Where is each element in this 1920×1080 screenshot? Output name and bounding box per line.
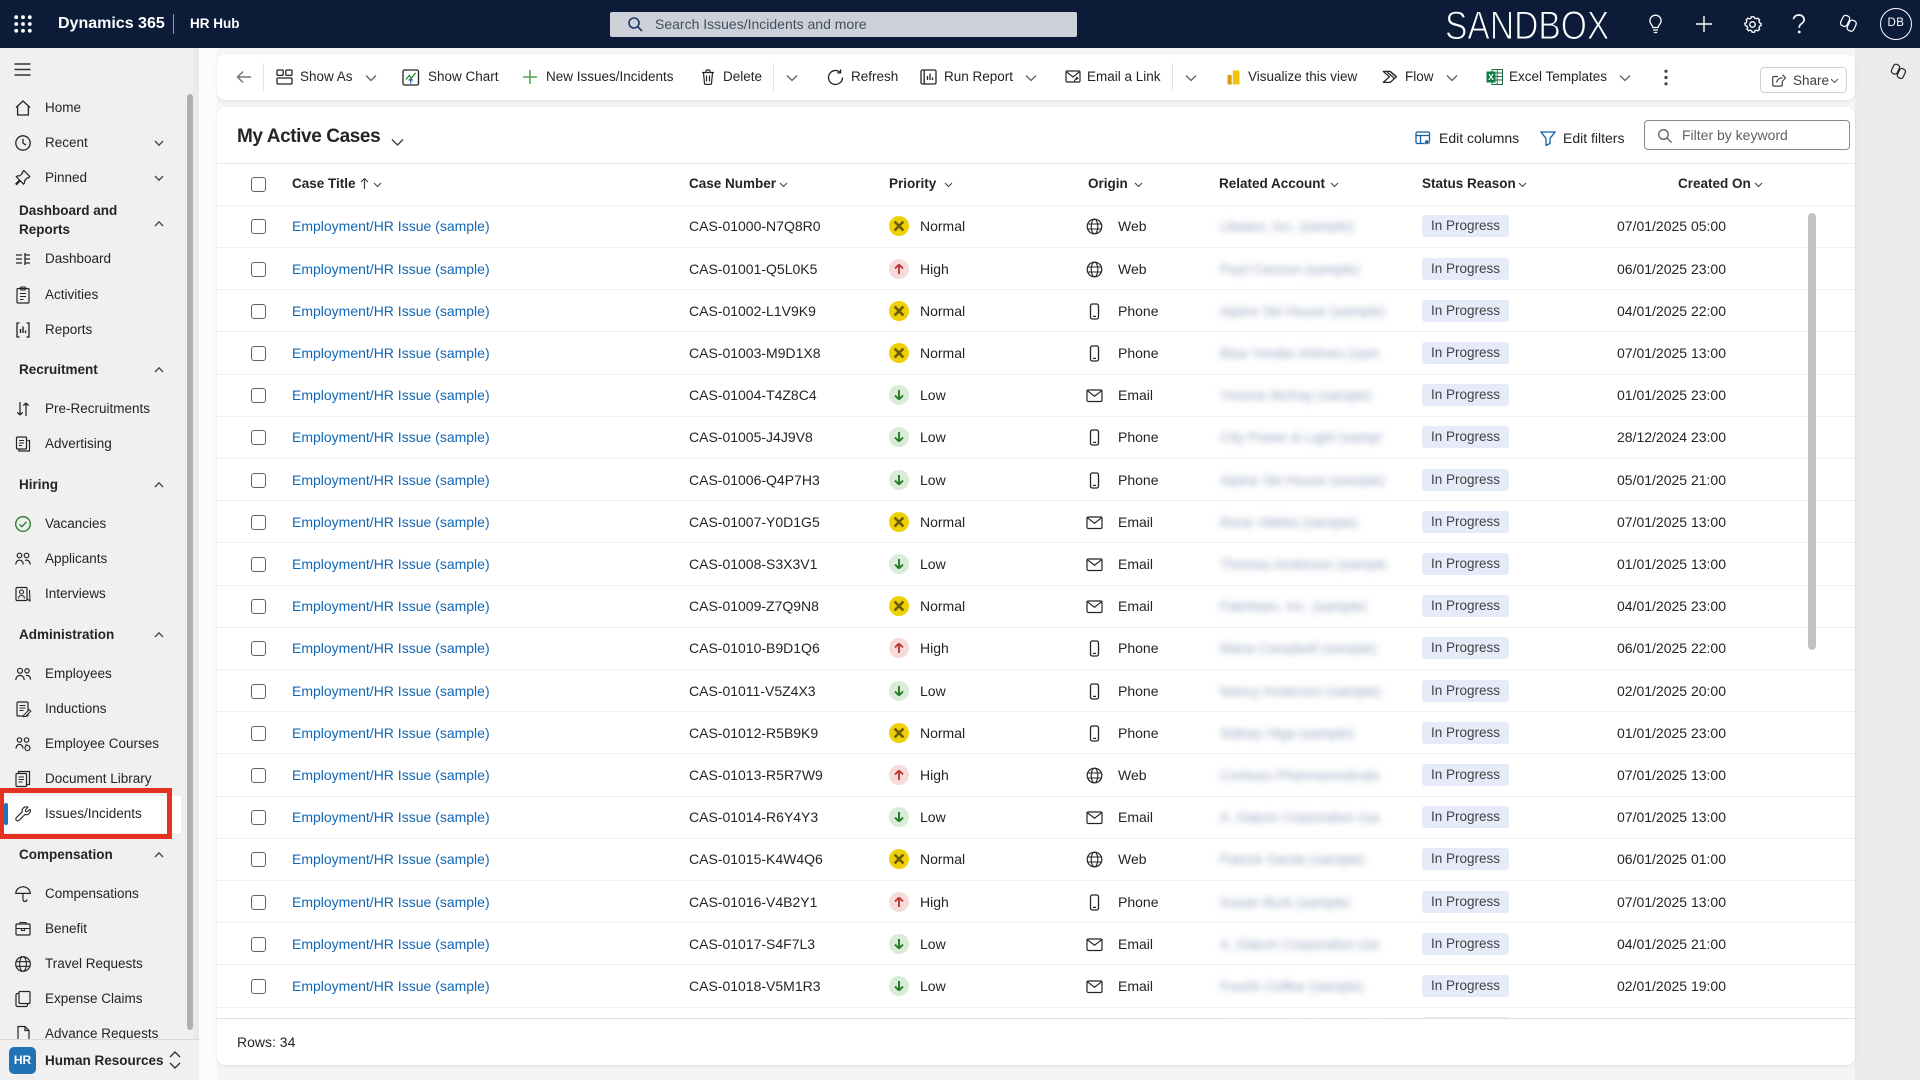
svg-text:X: X [1488, 72, 1494, 82]
